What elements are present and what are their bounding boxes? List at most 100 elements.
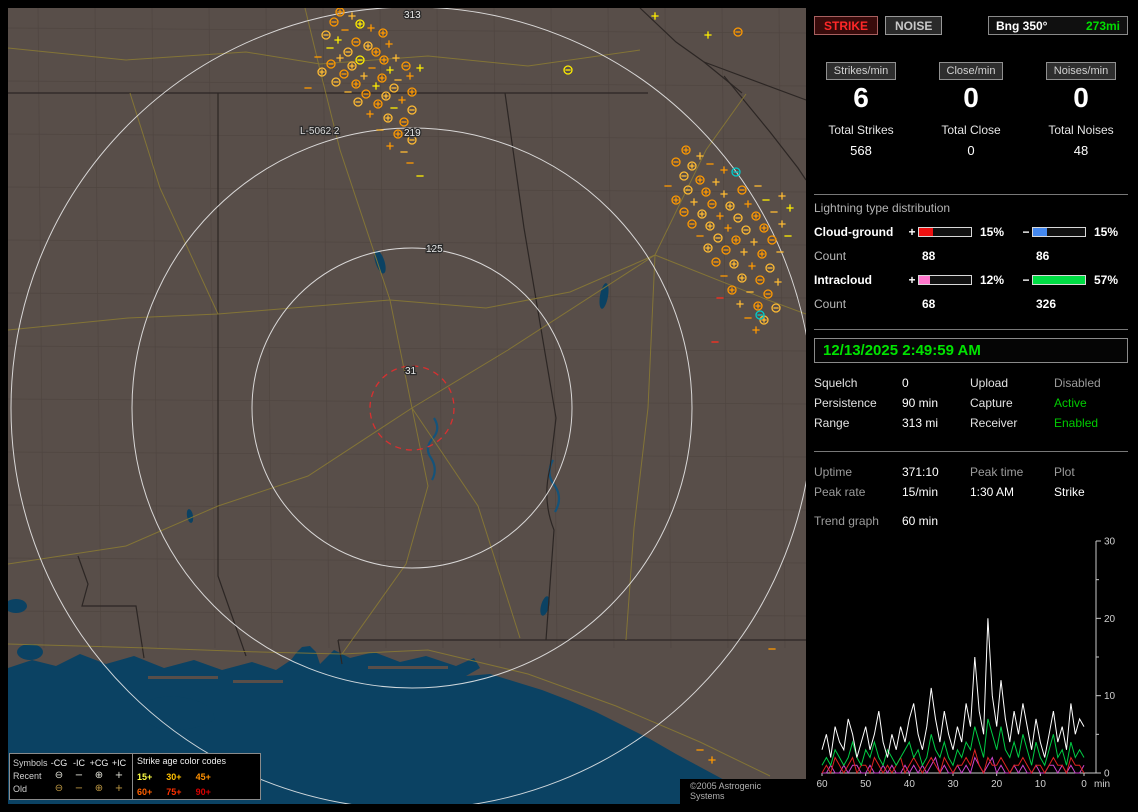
radar-map[interactable]: 313 219 125 31 L-5062 2 Symbols -CG -IC +CG +IC R…	[8, 8, 806, 804]
separator	[814, 194, 1128, 195]
top-button-row: STRIKE NOISE Bng 350° 273mi	[812, 16, 1130, 35]
total-label: Total Strikes	[828, 123, 894, 137]
trend-label-row: Trend graph 60 min	[812, 514, 1130, 528]
x-axis-tick-label: 60	[816, 779, 828, 790]
count-label: Count	[814, 297, 847, 311]
x-axis-tick-label: 0	[1081, 779, 1087, 790]
rate-section: Strikes/min 6 Total Strikes 568 Close/mi…	[812, 62, 1130, 158]
negative-percent: 15%	[1094, 225, 1119, 239]
positive-count: 88	[922, 249, 936, 263]
stats-grid: Uptime 371:10 Peak time Plot Peak rate 1…	[812, 462, 1130, 502]
legend-strike-symbol: ⊖	[54, 782, 64, 794]
legend-column-header: -CG	[50, 757, 68, 768]
positive-bar	[918, 227, 972, 237]
total-value: 568	[850, 143, 872, 158]
negative-bar	[1032, 227, 1086, 237]
setting-value: 90 min	[902, 396, 939, 410]
legend-strike-symbol: ⊖	[54, 769, 64, 781]
age-codes-header: Strike age color codes	[137, 756, 227, 766]
ring-distance-label: 313	[404, 10, 421, 21]
rate-column: Noises/min 0 Total Noises 48	[1034, 62, 1128, 158]
legend-column-header: -IC	[73, 757, 85, 768]
negative-count: 326	[1036, 297, 1057, 311]
map-legend: Symbols -CG -IC +CG +IC Recent ⊖ − ⊕ + Old ⊖ − ⊕ + Str…	[9, 753, 261, 800]
trend-series-strikes	[821, 618, 1085, 758]
peak-rate-label: Peak rate	[814, 485, 866, 499]
separator	[814, 451, 1128, 452]
uptime-label: Uptime	[814, 465, 853, 479]
rate-box[interactable]: Close/min	[938, 62, 1004, 80]
setting-status: Active	[1054, 396, 1087, 410]
negative-bar	[1032, 275, 1086, 285]
positive-percent: 12%	[980, 273, 1005, 287]
negative-count: 86	[1036, 249, 1050, 263]
positive-percent: 15%	[980, 225, 1005, 239]
legend-strike-symbol: ⊕	[94, 769, 104, 781]
legend-strike-symbol: ⊕	[94, 782, 104, 794]
noise-button[interactable]: NOISE	[885, 16, 943, 35]
legend-row-label: Recent	[13, 770, 42, 781]
plus-sign: +	[908, 273, 916, 287]
uptime-value: 371:10	[902, 465, 939, 479]
trend-series-noises	[821, 747, 1085, 775]
peak-time-value: 1:30 AM	[970, 485, 1015, 499]
x-axis-tick-label: 50	[860, 779, 872, 790]
age-code: 45+	[195, 771, 211, 782]
setting-label: Receiver	[970, 416, 1018, 430]
bearing-range: 273mi	[1085, 18, 1120, 33]
legend-column-header: +CG	[89, 757, 109, 768]
rate-column: Strikes/min 6 Total Strikes 568	[814, 62, 908, 158]
x-axis-tick-label: 10	[1035, 779, 1047, 790]
control-panel: STRIKE NOISE Bng 350° 273mi Strikes/min …	[812, 8, 1130, 804]
legend-column-header: +IC	[111, 757, 127, 768]
count-row: Count 68 326	[812, 297, 1130, 311]
age-code: 30+	[166, 771, 182, 782]
rate-box[interactable]: Noises/min	[1045, 62, 1117, 80]
x-axis-tick-label: 30	[947, 779, 959, 790]
rate-column: Close/min 0 Total Close 0	[924, 62, 1018, 158]
negative-percent: 57%	[1094, 273, 1119, 287]
count-label: Count	[814, 249, 847, 263]
rate-value: 6	[853, 82, 869, 113]
map-svg: 313 219 125 31 L-5062 2	[8, 8, 806, 804]
x-axis-unit-label: min	[1094, 779, 1110, 790]
legend-symbols-header: Symbols	[13, 757, 48, 768]
age-code: 90+	[195, 787, 211, 797]
trend-graph: 302010060 50 40 30 20 10 0 min	[816, 537, 1116, 791]
y-axis-tick-label: 0	[1104, 769, 1110, 780]
minus-sign: −	[1022, 273, 1030, 287]
legend-row-label: Old	[13, 783, 28, 794]
ring-distance-label: 219	[404, 128, 421, 139]
setting-label: Range	[814, 416, 850, 430]
total-label: Total Close	[941, 123, 1001, 137]
total-value: 48	[1073, 143, 1089, 158]
ring-distance-label: 125	[426, 244, 443, 255]
strike-button[interactable]: STRIKE	[814, 16, 879, 35]
setting-value: 313 mi	[902, 416, 939, 430]
legend-symbols: Symbols -CG -IC +CG +IC Recent ⊖ − ⊕ + Old ⊖ − ⊕ +	[10, 754, 132, 799]
setting-value: 0	[902, 376, 909, 390]
distribution-row: Intracloud + 12% − 57%	[812, 272, 1130, 288]
trend-graph-label: Trend graph	[814, 514, 879, 528]
ring-distance-label: 31	[405, 366, 417, 377]
total-value: 0	[967, 143, 975, 158]
age-code: 15+	[137, 771, 153, 782]
legend-strike-symbol: +	[114, 769, 124, 781]
rate-value: 0	[1073, 82, 1089, 113]
distribution-type-label: Intracloud	[814, 273, 873, 287]
positive-count: 68	[922, 297, 936, 311]
plot-label: Plot	[1054, 465, 1075, 479]
setting-status: Enabled	[1054, 416, 1099, 430]
settings-grid: Squelch 0 Upload Disabled Persistence 90 …	[812, 373, 1130, 433]
x-axis-tick-label: 20	[991, 779, 1003, 790]
legend-strike-symbol: +	[114, 782, 124, 794]
distribution-section: Cloud-ground + 15% − 15% Count 88 86 Int…	[812, 224, 1130, 311]
age-code: 75+	[166, 787, 182, 797]
setting-label: Persistence	[814, 396, 877, 410]
bearing-label: Bng 350°	[996, 18, 1048, 33]
separator	[814, 329, 1128, 330]
y-axis-tick-label: 30	[1104, 537, 1116, 548]
bearing-display: Bng 350° 273mi	[988, 16, 1128, 35]
distribution-row: Cloud-ground + 15% − 15%	[812, 224, 1130, 240]
rate-box[interactable]: Strikes/min	[825, 62, 897, 80]
